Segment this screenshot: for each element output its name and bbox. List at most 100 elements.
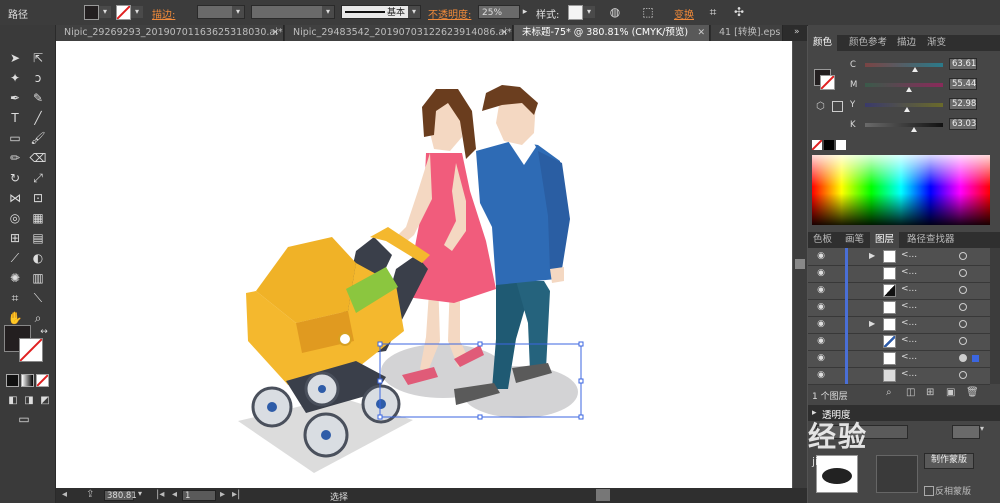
graph-tool-icon[interactable]: ▥ bbox=[29, 269, 47, 287]
align-icon[interactable]: ⬚ bbox=[640, 4, 656, 20]
tab-color[interactable]: 颜色 bbox=[808, 35, 838, 51]
none-mode-icon[interactable] bbox=[36, 374, 49, 387]
visibility-eye-icon[interactable]: ◉ bbox=[814, 268, 828, 278]
tab-color-guide[interactable]: 颜色参考 bbox=[844, 35, 892, 51]
color-spectrum[interactable] bbox=[812, 155, 990, 225]
close-icon[interactable]: ✕ bbox=[697, 25, 705, 41]
more-options-icon[interactable]: ✣ bbox=[731, 4, 747, 20]
layers-scrollbar[interactable] bbox=[990, 248, 1000, 384]
scale-icon[interactable]: ⤢ bbox=[29, 169, 47, 187]
channel-m-thumb[interactable] bbox=[906, 87, 912, 92]
slice-tool-icon[interactable]: ⟍ bbox=[29, 289, 47, 307]
next-artboard-icon[interactable]: ▸ bbox=[220, 489, 225, 500]
prev-artboard-icon[interactable]: ◂ bbox=[172, 489, 177, 500]
visibility-eye-icon[interactable]: ◉ bbox=[814, 319, 828, 329]
stroke-swatch[interactable] bbox=[116, 5, 131, 20]
blend-tool-icon[interactable]: ◐ bbox=[29, 249, 47, 267]
channel-y-thumb[interactable] bbox=[904, 107, 910, 112]
layer-row[interactable]: ◉ <... bbox=[808, 299, 990, 317]
free-transform-icon[interactable]: ⊡ bbox=[29, 189, 47, 207]
channel-c-slider[interactable] bbox=[865, 63, 943, 67]
shape-builder-icon[interactable]: ◎ bbox=[6, 209, 24, 227]
layer-row[interactable]: ◉ ▶ <... bbox=[808, 248, 990, 266]
color-panel-stroke[interactable] bbox=[820, 75, 835, 90]
layer-row[interactable]: ◉ <... bbox=[808, 282, 990, 300]
gradient-tool-icon[interactable]: ▤ bbox=[29, 229, 47, 247]
selection-tool-icon[interactable]: ➤ bbox=[6, 49, 24, 67]
stroke-color-box[interactable] bbox=[19, 338, 43, 362]
brush-definition[interactable]: 基本 ▾ bbox=[341, 5, 421, 19]
width-tool-icon[interactable]: ⋈ bbox=[6, 189, 24, 207]
opacity-link[interactable]: 不透明度: bbox=[428, 6, 471, 21]
make-clipping-mask-icon[interactable]: ◫ bbox=[906, 387, 915, 398]
close-icon[interactable]: ✕ bbox=[500, 25, 508, 41]
stroke-link[interactable]: 描边: bbox=[152, 6, 175, 21]
none-swatch[interactable] bbox=[812, 140, 822, 150]
recolor-icon[interactable]: ◍ bbox=[607, 4, 623, 20]
vertical-scrollbar[interactable] bbox=[793, 41, 807, 488]
pencil-icon[interactable]: ✏ bbox=[6, 149, 24, 167]
mask-thumbnail[interactable] bbox=[876, 455, 918, 493]
zoom-dropdown-icon[interactable]: ▾ bbox=[138, 489, 142, 498]
perspective-grid-icon[interactable]: ▦ bbox=[29, 209, 47, 227]
trash-icon[interactable]: 🗑 bbox=[966, 387, 979, 398]
rotate-icon[interactable]: ↻ bbox=[6, 169, 24, 187]
visibility-eye-icon[interactable]: ◉ bbox=[814, 302, 828, 312]
target-circle-icon[interactable] bbox=[959, 354, 967, 362]
type-tool-icon[interactable]: T bbox=[6, 109, 24, 127]
screen-mode-icon[interactable]: ▭ bbox=[15, 410, 33, 428]
export-icon[interactable]: ⇪ bbox=[86, 489, 94, 500]
pen-tool-icon[interactable]: ✒ bbox=[6, 89, 24, 107]
target-circle-icon[interactable] bbox=[959, 320, 967, 328]
target-circle-icon[interactable] bbox=[959, 371, 967, 379]
first-artboard-icon[interactable]: |◂ bbox=[156, 489, 164, 500]
target-circle-icon[interactable] bbox=[959, 252, 967, 260]
out-of-gamut-icon[interactable]: ⬡ bbox=[816, 101, 825, 112]
target-circle-icon[interactable] bbox=[959, 303, 967, 311]
new-layer-icon[interactable]: ▣ bbox=[946, 387, 955, 398]
tab-doc-active[interactable]: 未标题-75* @ 380.81% (CMYK/预览) ✕ bbox=[514, 25, 710, 41]
gradient-mode-icon[interactable] bbox=[21, 374, 34, 387]
white-swatch[interactable] bbox=[836, 140, 846, 150]
close-icon[interactable]: ✕ bbox=[271, 25, 279, 41]
make-mask-button[interactable]: 制作蒙版 bbox=[924, 453, 974, 469]
channel-y-field[interactable]: 52.98 bbox=[949, 98, 977, 110]
channel-m-slider[interactable] bbox=[865, 83, 943, 87]
draw-inside-icon[interactable]: ◩ bbox=[36, 392, 54, 410]
swap-colors-icon[interactable]: ↔ bbox=[35, 323, 53, 341]
channel-c-thumb[interactable] bbox=[912, 67, 918, 72]
target-circle-icon[interactable] bbox=[959, 286, 967, 294]
fill-swatch[interactable] bbox=[84, 5, 99, 20]
rectangle-tool-icon[interactable]: ▭ bbox=[6, 129, 24, 147]
visibility-eye-icon[interactable]: ◉ bbox=[814, 370, 828, 380]
invert-mask-checkbox[interactable] bbox=[924, 486, 934, 496]
layer-row[interactable]: ◉ ▶ <... bbox=[808, 316, 990, 334]
target-circle-icon[interactable] bbox=[959, 269, 967, 277]
channel-k-thumb[interactable] bbox=[911, 127, 917, 132]
tab-brushes[interactable]: 画笔 bbox=[840, 232, 869, 248]
status-nav-icon[interactable]: ◂ bbox=[62, 489, 67, 500]
tabs-overflow-icon[interactable]: » bbox=[794, 27, 800, 37]
stroke-weight-field[interactable]: ▾ bbox=[197, 5, 245, 19]
eyedropper-icon[interactable]: ⟋ bbox=[6, 249, 24, 267]
black-swatch[interactable] bbox=[824, 140, 834, 150]
opacity-arrow[interactable]: ▸ bbox=[520, 4, 530, 20]
tab-layers[interactable]: 图层 bbox=[870, 232, 900, 248]
target-circle-icon[interactable] bbox=[959, 337, 967, 345]
artboard-number-field[interactable]: 1 bbox=[182, 490, 216, 501]
fill-dropdown-arrow[interactable]: ▾ bbox=[99, 6, 111, 18]
opacity-field[interactable]: 25% bbox=[478, 5, 520, 19]
zoom-field[interactable]: 380.81 bbox=[104, 490, 137, 501]
lasso-icon[interactable]: ↄ bbox=[29, 69, 47, 87]
visibility-eye-icon[interactable]: ◉ bbox=[814, 336, 828, 346]
symbol-sprayer-icon[interactable]: ✺ bbox=[6, 269, 24, 287]
chevron-down-icon[interactable]: ▾ bbox=[980, 424, 984, 433]
color-mode-icon[interactable] bbox=[6, 374, 19, 387]
magic-wand-icon[interactable]: ✦ bbox=[6, 69, 24, 87]
line-tool-icon[interactable]: ╱ bbox=[29, 109, 47, 127]
expand-arrow-icon[interactable]: ▶ bbox=[869, 319, 875, 328]
visibility-eye-icon[interactable]: ◉ bbox=[814, 353, 828, 363]
stroke-dropdown-arrow[interactable]: ▾ bbox=[131, 6, 143, 18]
web-safe-icon[interactable] bbox=[832, 101, 843, 112]
curvature-icon[interactable]: ✎ bbox=[29, 89, 47, 107]
